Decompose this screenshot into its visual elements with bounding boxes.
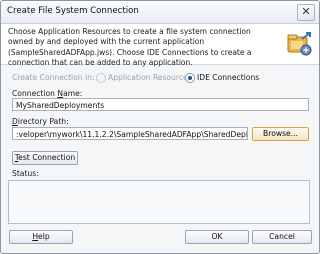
- window-title: Create File System Connection: [7, 6, 139, 16]
- header-description: Choose Application Resources to create a…: [8, 27, 252, 67]
- connection-name-input[interactable]: MySharedDeployments: [12, 98, 309, 111]
- test-connection-button[interactable]: Test Connection: [12, 151, 78, 165]
- application-resources-label: Application Resources: [108, 73, 192, 82]
- directory-path-input[interactable]: :veloper\mywork\11.1.2.2\SampleSharedADF…: [12, 127, 248, 140]
- title-bar[interactable]: Create File System Connection ✕: [1, 1, 319, 24]
- application-resources-radio: [96, 73, 106, 83]
- connection-name-label-suffix: ame:: [63, 89, 83, 98]
- ide-connections-radio[interactable]: [185, 73, 195, 83]
- help-button[interactable]: Help: [9, 230, 73, 244]
- connection-name-label: Connection Name:: [12, 89, 82, 98]
- ok-button[interactable]: OK: [185, 230, 249, 244]
- test-connection-label: est Connection: [18, 153, 76, 162]
- browse-button[interactable]: Browse...: [252, 127, 309, 141]
- close-button[interactable]: ✕: [297, 4, 315, 21]
- create-file-system-connection-dialog: Create File System Connection ✕ Choose A…: [0, 0, 320, 254]
- status-label: Status:: [12, 169, 39, 178]
- directory-path-label: Directory Path:: [12, 117, 69, 126]
- close-icon: ✕: [301, 5, 311, 18]
- cancel-button[interactable]: Cancel: [252, 230, 312, 244]
- connection-name-label-prefix: Connection: [12, 89, 58, 98]
- help-label: elp: [38, 232, 50, 241]
- dialog-header: Choose Application Resources to create a…: [1, 24, 319, 67]
- create-connection-in-label: Create Connection in:: [12, 73, 95, 82]
- folder-connection-icon: [287, 32, 312, 56]
- ide-connections-label[interactable]: IDE Connections: [197, 73, 259, 82]
- status-area: [8, 180, 310, 224]
- directory-path-label-suffix: irectory Path:: [17, 117, 69, 126]
